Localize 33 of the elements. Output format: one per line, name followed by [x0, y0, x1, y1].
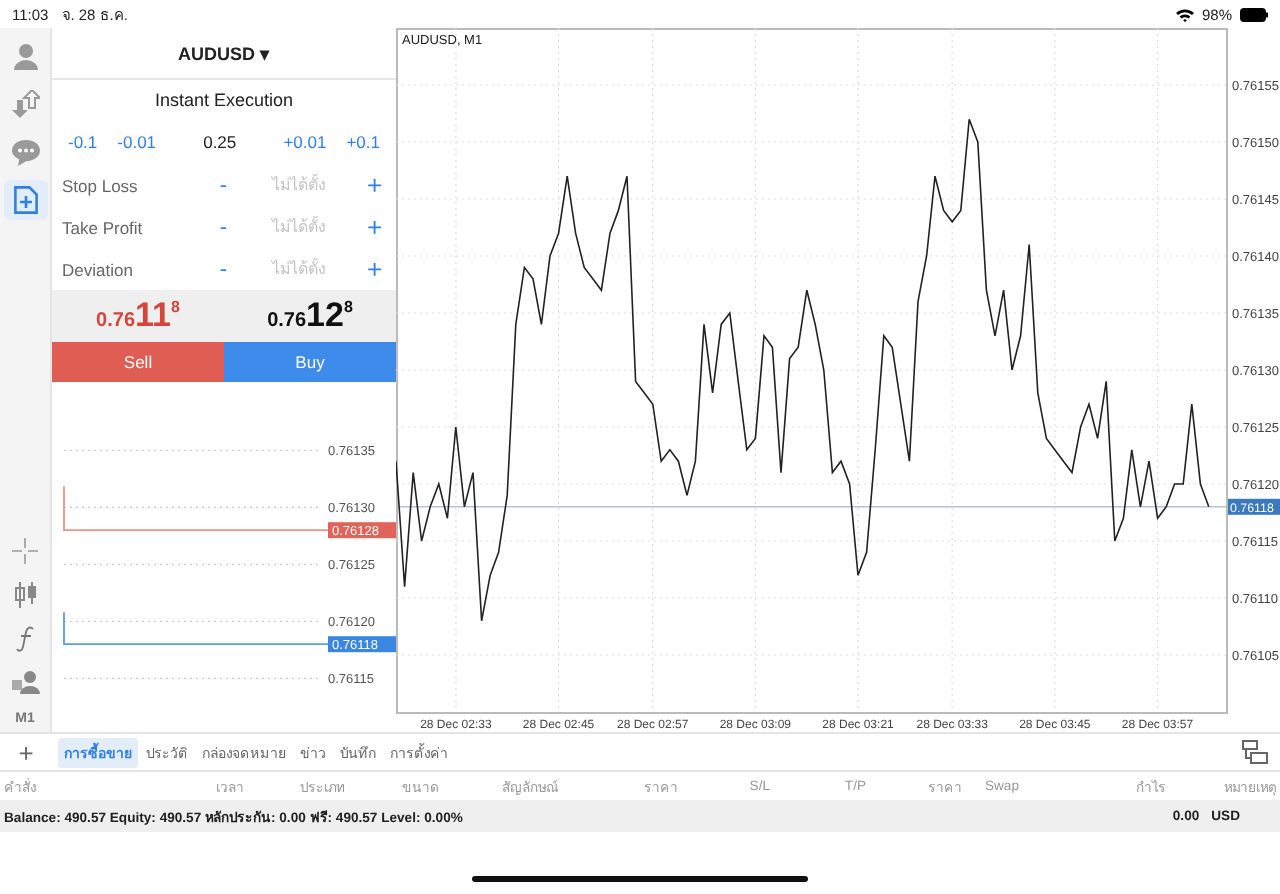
sell-button[interactable]: Sell	[52, 342, 224, 382]
layout-icon[interactable]	[1242, 740, 1268, 764]
decrease-button[interactable]: -	[211, 173, 235, 197]
increase-button[interactable]: +	[362, 254, 386, 284]
new-order-tab[interactable]	[3, 180, 47, 220]
sell-price: 0.7611$^{8}$	[94, 294, 182, 338]
volume-step-button[interactable]: -0.01	[109, 128, 165, 156]
person-icon	[11, 42, 39, 70]
wifi-icon	[1175, 7, 1194, 21]
volume-value[interactable]: 0.25	[168, 132, 272, 152]
shapes-icon[interactable]	[11, 670, 39, 694]
document-plus-icon	[13, 186, 37, 214]
volume-step-button[interactable]: -0.1	[60, 128, 106, 156]
buy-button[interactable]: Buy	[224, 342, 396, 382]
crosshair-icon[interactable]	[12, 538, 38, 564]
field-label: Take Profit	[62, 217, 145, 237]
chat-icon	[11, 139, 39, 165]
increase-button[interactable]: +	[362, 170, 386, 200]
decrease-button[interactable]: -	[211, 215, 235, 239]
field-label: Stop Loss	[62, 175, 140, 195]
function-icon[interactable]	[15, 626, 35, 652]
field-label: Deviation	[62, 259, 135, 279]
symbol-selector[interactable]: AUDUSD ▾	[177, 43, 270, 63]
add-button[interactable]: +	[8, 737, 44, 767]
execution-mode[interactable]: Instant Execution	[52, 80, 396, 120]
volume-step-button[interactable]: +0.1	[338, 128, 388, 156]
candlesticks-icon[interactable]	[13, 582, 37, 608]
battery-icon	[1240, 7, 1268, 21]
decrease-button[interactable]: -	[211, 257, 235, 281]
volume-step-button[interactable]: +0.01	[275, 128, 335, 156]
arrows-icon	[11, 90, 39, 118]
buy-price: 0.7612$^{8}$	[265, 294, 355, 338]
increase-button[interactable]: +	[362, 212, 386, 242]
